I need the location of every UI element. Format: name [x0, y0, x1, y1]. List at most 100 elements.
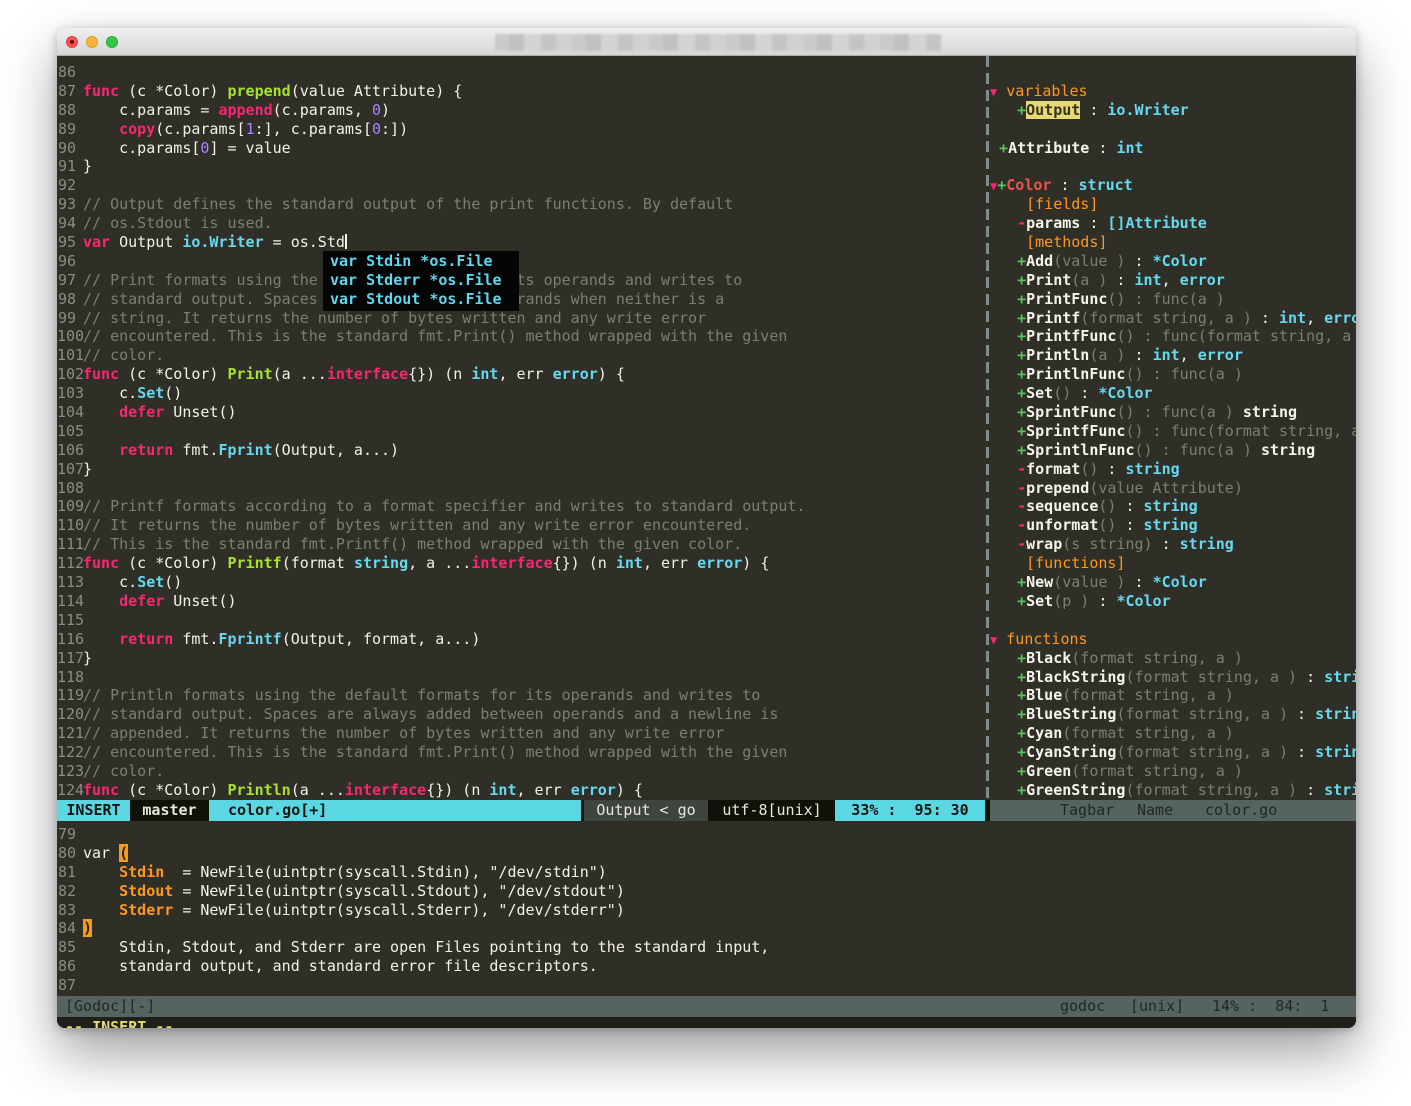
code-line[interactable]: 96	[57, 252, 986, 271]
tagbar-item[interactable]: -wrap(s string) : string	[990, 535, 1356, 554]
tagbar-item[interactable]: [fields]	[990, 195, 1356, 214]
tagbar-item[interactable]: +Print(a ) : int, error	[990, 271, 1356, 290]
code-line[interactable]: 111// This is the standard fmt.Printf() …	[57, 535, 986, 554]
tagbar-item[interactable]: +Set() : *Color	[990, 384, 1356, 403]
code-line[interactable]: 114 defer Unset()	[57, 592, 986, 611]
code-line[interactable]: 115	[57, 611, 986, 630]
completion-item[interactable]: var Stdin *os.File	[323, 252, 519, 271]
tagbar-item[interactable]: [methods]	[990, 233, 1356, 252]
code-line[interactable]: 121// appended. It returns the number of…	[57, 724, 986, 743]
tagbar-item[interactable]: +BlackString(format string, a ) : string	[990, 668, 1356, 687]
godoc-line[interactable]: 87	[57, 976, 1356, 993]
godoc-line[interactable]: 80var (	[57, 844, 1356, 863]
godoc-line[interactable]: 86 standard output, and standard error f…	[57, 957, 1356, 976]
tagbar-item[interactable]	[990, 63, 1356, 82]
code-line[interactable]: 90 c.params[0] = value	[57, 139, 986, 158]
code-line[interactable]: 107}	[57, 460, 986, 479]
code-line[interactable]: 92	[57, 176, 986, 195]
main-editor-pane[interactable]: 8687func (c *Color) prepend(value Attrib…	[57, 63, 986, 800]
tagbar-item[interactable]: +GreenString(format string, a ) : string	[990, 781, 1356, 800]
code-line[interactable]: 122// encountered. This is the standard …	[57, 743, 986, 762]
tagbar-item[interactable]: +PrintFunc() : func(a )	[990, 290, 1356, 309]
minimize-button[interactable]	[86, 36, 98, 48]
code-line[interactable]: 93// Output defines the standard output …	[57, 195, 986, 214]
godoc-line[interactable]: 81 Stdin = NewFile(uintptr(syscall.Stdin…	[57, 863, 1356, 882]
tagbar-item[interactable]: -prepend(value Attribute)	[990, 479, 1356, 498]
tagbar-item[interactable]	[990, 611, 1356, 630]
tagbar-item[interactable]: +SprintfFunc() : func(format string, a )…	[990, 422, 1356, 441]
code-line[interactable]: 106 return fmt.Fprint(Output, a...)	[57, 441, 986, 460]
code-line[interactable]: 120// standard output. Spaces are always…	[57, 705, 986, 724]
tagbar-item[interactable]: +New(value ) : *Color	[990, 573, 1356, 592]
tagbar-item[interactable]: +CyanString(format string, a ) : string	[990, 743, 1356, 762]
line-number: 112	[57, 554, 83, 573]
completion-item[interactable]: var Stderr *os.File	[323, 271, 519, 290]
code-line[interactable]: 86	[57, 63, 986, 82]
tagbar-item[interactable]: +SprintFunc() : func(a ) string	[990, 403, 1356, 422]
tagbar-item[interactable]: +Attribute : int	[990, 139, 1356, 158]
tagbar-item[interactable]: +BlueString(format string, a ) : string	[990, 705, 1356, 724]
code-line[interactable]: 110// It returns the number of bytes wri…	[57, 516, 986, 535]
tagbar-item[interactable]	[990, 120, 1356, 139]
tagbar-item[interactable]: +Cyan(format string, a )	[990, 724, 1356, 743]
code-line[interactable]: 102func (c *Color) Print(a ...interface{…	[57, 365, 986, 384]
code-line[interactable]: 108	[57, 479, 986, 498]
code-line[interactable]: 87func (c *Color) prepend(value Attribut…	[57, 82, 986, 101]
code-line[interactable]: 91}	[57, 157, 986, 176]
tagbar-item[interactable]: +PrintfFunc() : func(format string, a )	[990, 327, 1356, 346]
tagbar-item[interactable]: +Println(a ) : int, error	[990, 346, 1356, 365]
tagbar-item[interactable]: +Output : io.Writer	[990, 101, 1356, 120]
code-line[interactable]: 118	[57, 668, 986, 687]
godoc-line[interactable]: 85 Stdin, Stdout, and Stderr are open Fi…	[57, 938, 1356, 957]
code-line[interactable]: 97// Print formats using the default for…	[57, 271, 986, 290]
code-line[interactable]: 119// Println formats using the default …	[57, 686, 986, 705]
code-line[interactable]: 100// encountered. This is the standard …	[57, 327, 986, 346]
godoc-preview-pane[interactable]: 7980var (81 Stdin = NewFile(uintptr(sysc…	[57, 825, 1356, 993]
tagbar-item[interactable]: -params : []Attribute	[990, 214, 1356, 233]
tagbar-item[interactable]	[990, 157, 1356, 176]
tagbar-item[interactable]: +Add(value ) : *Color	[990, 252, 1356, 271]
tagbar-item[interactable]: +PrintlnFunc() : func(a )	[990, 365, 1356, 384]
code-line[interactable]: 101// color.	[57, 346, 986, 365]
code-line[interactable]: 99// string. It returns the number of by…	[57, 309, 986, 328]
window-titlebar[interactable]	[57, 28, 1356, 56]
code-line[interactable]: 104 defer Unset()	[57, 403, 986, 422]
godoc-line[interactable]: 84)	[57, 919, 1356, 938]
code-line[interactable]: 109// Printf formats according to a form…	[57, 497, 986, 516]
code-line[interactable]: 89 copy(c.params[1:], c.params[0:])	[57, 120, 986, 139]
tagbar-item[interactable]: +Green(format string, a )	[990, 762, 1356, 781]
tagbar-item[interactable]: -format() : string	[990, 460, 1356, 479]
godoc-filetype: godoc	[1060, 996, 1105, 1017]
tagbar-item[interactable]: ▼ functions	[990, 630, 1356, 649]
code-line[interactable]: 124func (c *Color) Println(a ...interfac…	[57, 781, 986, 800]
godoc-line[interactable]: 83 Stderr = NewFile(uintptr(syscall.Stde…	[57, 901, 1356, 920]
code-line[interactable]: 95var Output io.Writer = os.Std	[57, 233, 986, 252]
code-line[interactable]: 105	[57, 422, 986, 441]
godoc-line[interactable]: 79	[57, 825, 1356, 844]
code-line[interactable]: 113 c.Set()	[57, 573, 986, 592]
godoc-line[interactable]: 82 Stdout = NewFile(uintptr(syscall.Stdo…	[57, 882, 1356, 901]
close-button[interactable]	[66, 36, 78, 48]
tagbar-item[interactable]: [functions]	[990, 554, 1356, 573]
tagbar-item[interactable]: ▼ variables	[990, 82, 1356, 101]
code-line[interactable]: 98// standard output. Spaces are added b…	[57, 290, 986, 309]
tagbar-item[interactable]: +Black(format string, a )	[990, 649, 1356, 668]
tagbar-item[interactable]: +SprintlnFunc() : func(a ) string	[990, 441, 1356, 460]
code-line[interactable]: 112func (c *Color) Printf(format string,…	[57, 554, 986, 573]
code-line[interactable]: 123// color.	[57, 762, 986, 781]
zoom-button[interactable]	[106, 36, 118, 48]
tagbar-item[interactable]: +Printf(format string, a ) : int, error	[990, 309, 1356, 328]
tagbar-item[interactable]: +Set(p ) : *Color	[990, 592, 1356, 611]
code-line[interactable]: 117}	[57, 649, 986, 668]
code-line[interactable]: 103 c.Set()	[57, 384, 986, 403]
code-line[interactable]: 88 c.params = append(c.params, 0)	[57, 101, 986, 120]
tagbar-pane[interactable]: ▼ variables +Output : io.Writer +Attribu…	[990, 63, 1356, 800]
code-line[interactable]: 116 return fmt.Fprintf(Output, format, a…	[57, 630, 986, 649]
tagbar-item[interactable]: ▼+Color : struct	[990, 176, 1356, 195]
code-line[interactable]: 94// os.Stdout is used.	[57, 214, 986, 233]
tagbar-item[interactable]: +Blue(format string, a )	[990, 686, 1356, 705]
vertical-split-separator[interactable]	[986, 56, 989, 800]
tagbar-item[interactable]: -unformat() : string	[990, 516, 1356, 535]
completion-item[interactable]: var Stdout *os.File	[323, 290, 519, 309]
tagbar-item[interactable]: -sequence() : string	[990, 497, 1356, 516]
